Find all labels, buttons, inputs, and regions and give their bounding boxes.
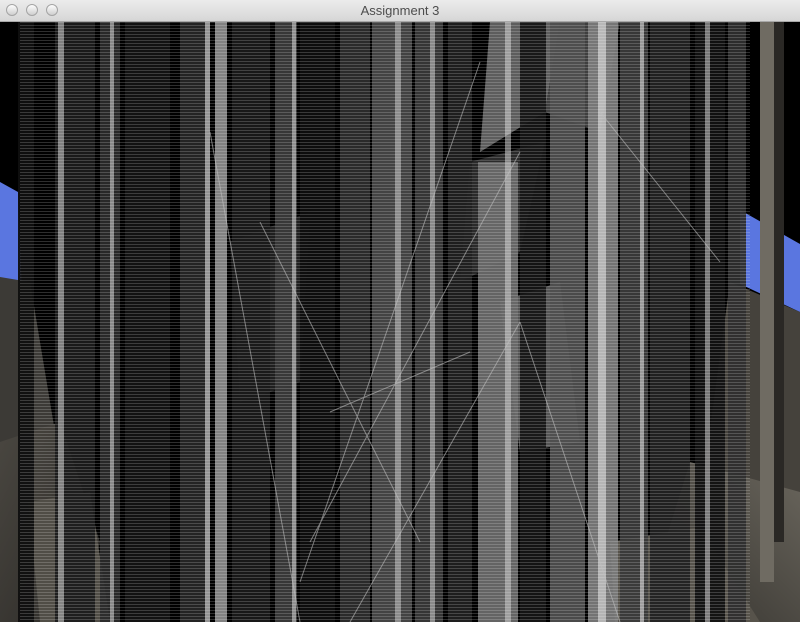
app-window: Assignment 3 — [0, 0, 800, 622]
opengl-viewport[interactable] — [0, 22, 800, 622]
pillar-right-light — [760, 22, 774, 582]
window-title: Assignment 3 — [360, 3, 440, 18]
title-bar[interactable]: Assignment 3 — [0, 0, 800, 22]
scanlines — [20, 22, 750, 622]
render-canvas — [0, 22, 800, 622]
